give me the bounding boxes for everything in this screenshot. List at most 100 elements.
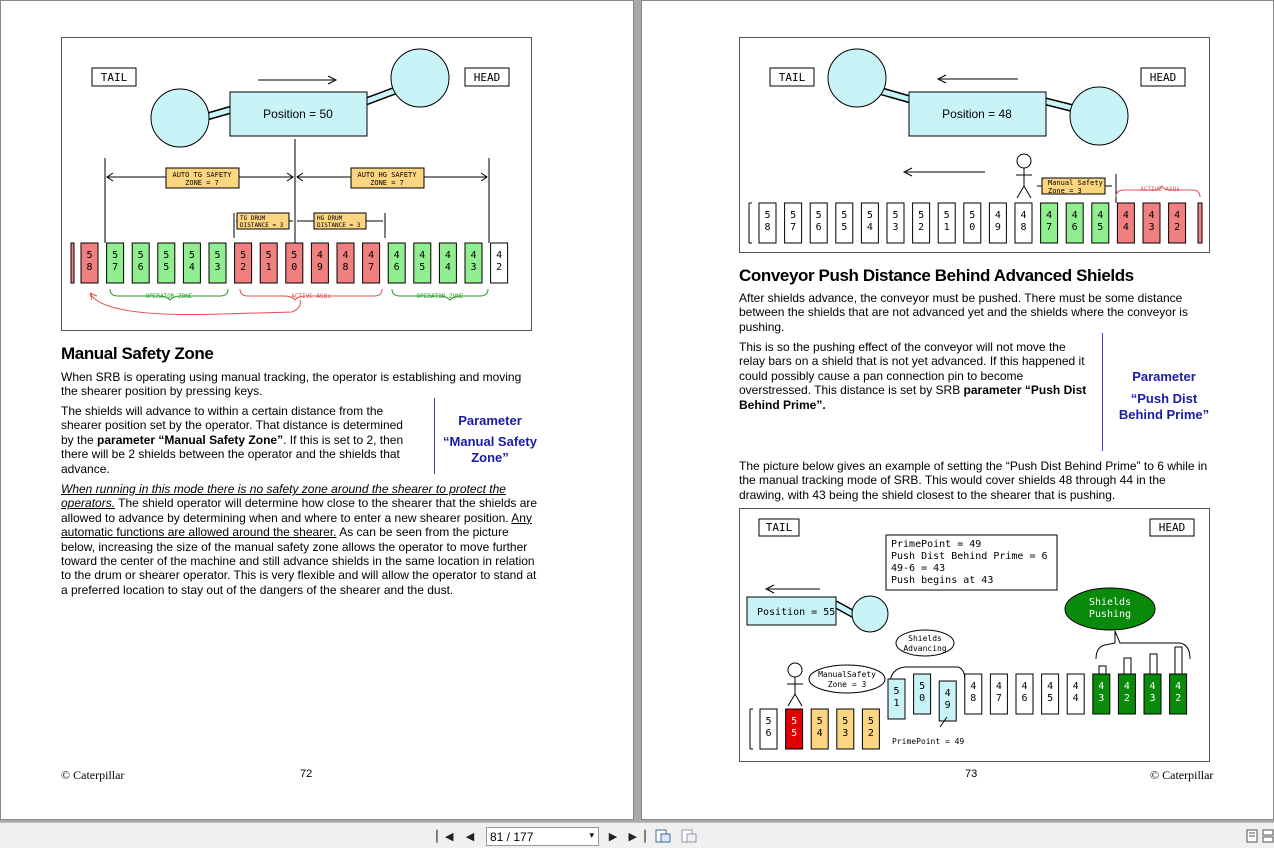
manual-safety-zone-diagram: TAIL HEAD Position = 50 AUTO TG SAFETY Z…	[70, 48, 510, 316]
shield-number-digit: 4	[996, 681, 1002, 692]
paragraph-2-param: parameter “Manual Safety Zone”	[97, 432, 284, 447]
page-72: TAIL HEAD Position = 50 AUTO TG SAFETY Z…	[0, 0, 634, 820]
shield-number-digit: 4	[1174, 210, 1180, 221]
shield-number-digit: 5	[419, 262, 425, 273]
shield-number-digit: 5	[919, 681, 925, 692]
shield-number-digit: 4	[817, 728, 823, 739]
shield-number-digit: 4	[1123, 210, 1129, 221]
page-number: 72	[300, 768, 313, 780]
shield-number-digit: 4	[1047, 681, 1053, 692]
shield-number-digit: 2	[1174, 222, 1180, 233]
shield-number-digit: 4	[1072, 210, 1078, 221]
shield-number-digit: 2	[1175, 693, 1181, 704]
auto-hg-label-1: AUTO HG SAFETY	[357, 171, 417, 179]
sidebar-rule	[434, 398, 435, 474]
shield-number-digit: 4	[1073, 681, 1079, 692]
paragraph-2: The shields will advance to within a cer…	[61, 404, 405, 476]
first-page-icon[interactable]: ▏◀	[436, 828, 454, 844]
shield-number-digit: 4	[1020, 210, 1026, 221]
shield-number-digit: 0	[969, 222, 975, 233]
footer-copyright: © Caterpillar	[61, 768, 125, 782]
conveyor-figure-bottom: TAIL HEAD PrimePoint = 49 Push Dist Behi…	[739, 508, 1210, 762]
info-line-2: Push Dist Behind Prime = 6	[891, 551, 1048, 562]
shield-number-digit: 2	[868, 728, 874, 739]
shield-number-digit: 5	[266, 250, 272, 261]
paragraph-3: The picture below gives an example of se…	[739, 459, 1208, 502]
shield-number-digit: 4	[1123, 222, 1129, 233]
shield-number-digit: 6	[816, 222, 822, 233]
fit-page-icon[interactable]	[654, 828, 672, 844]
manual-zone-label-1: ManualSafety	[818, 670, 876, 679]
tg-drum-label-1: TG DRUM	[240, 215, 266, 222]
next-page-icon[interactable]: ▶	[604, 828, 622, 844]
page-number: 73	[965, 768, 978, 780]
shield-number-digit: 5	[842, 716, 848, 727]
shield-number-digit: 4	[189, 262, 195, 273]
shield-number-digit: 4	[470, 250, 476, 261]
shield-number-digit: 5	[841, 222, 847, 233]
conveyor-diagram-top: TAIL HEAD Position = 48 Manual Safety Zo…	[748, 48, 1203, 244]
parameter-callout-label: Parameter	[1132, 369, 1196, 384]
last-page-icon[interactable]: ▶▕	[628, 828, 646, 844]
shield-number-digit: 9	[995, 222, 1001, 233]
shield-number-digit: 8	[342, 262, 348, 273]
hg-drum-label-1: HG DRUM	[317, 215, 343, 222]
active-asqs-label: ACTIVE ASQs	[1140, 186, 1180, 193]
shield-number-digit: 6	[138, 262, 144, 273]
parameter-callout-value: “Push Dist Behind Prime”	[1118, 391, 1210, 422]
shield-number-digit: 4	[317, 250, 323, 261]
shield-number-digit: 4	[445, 262, 451, 273]
shield-number-digit: 5	[86, 250, 92, 261]
footer-copyright: © Caterpillar	[1150, 768, 1214, 782]
viewer-toolbar: ▏◀ ◀ 81 / 177 ▾ ▶ ▶▕	[0, 822, 1274, 848]
shield-number-digit: 3	[842, 728, 848, 739]
shield-number-digit: 4	[1175, 681, 1181, 692]
shield-number-digit: 4	[970, 681, 976, 692]
shield-number-digit: 8	[86, 262, 92, 273]
shield-number-digit: 4	[1046, 210, 1052, 221]
prev-page-icon[interactable]: ◀	[461, 828, 479, 844]
shield-number-digit: 4	[1021, 681, 1027, 692]
shield-number-digit: 3	[1148, 222, 1154, 233]
shield-number-digit: 7	[368, 262, 374, 273]
fit-width-icon[interactable]	[680, 828, 698, 844]
shields-pushing-label-1: Shields	[1089, 597, 1131, 608]
conveyor-figure-top: TAIL HEAD Position = 48 Manual Safety Zo…	[739, 37, 1210, 253]
shield-number-digit: 5	[969, 210, 975, 221]
shield-number-digit: 4	[995, 210, 1001, 221]
paragraph-3: When running in this mode there is no sa…	[61, 482, 541, 597]
paragraph-2: This is so the pushing effect of the con…	[739, 340, 1094, 412]
active-asqs-label: ACTIVE ASQs	[291, 293, 331, 300]
page-number-select[interactable]: 81 / 177 ▾	[486, 827, 599, 846]
shield-number-digit: 6	[765, 728, 771, 739]
paragraph-1: After shields advance, the conveyor must…	[739, 291, 1188, 334]
prime-point-label: PrimePoint = 49	[892, 737, 964, 746]
continuous-icon[interactable]	[1259, 828, 1274, 844]
shield-number-digit: 5	[240, 250, 246, 261]
shield-number-digit: 3	[1098, 693, 1104, 704]
shields-advancing-label-2: Advancing	[903, 644, 947, 653]
shield-number-digit: 4	[342, 250, 348, 261]
shield-number-digit: 9	[945, 700, 951, 711]
page-73: TAIL HEAD Position = 48 Manual Safety Zo…	[641, 0, 1274, 820]
shield-number-digit: 5	[893, 686, 899, 697]
shield-number-digit: 4	[867, 222, 873, 233]
shield-number-digit: 5	[138, 250, 144, 261]
shield-number-digit: 4	[1073, 693, 1079, 704]
conveyor-diagram-bottom: TAIL HEAD PrimePoint = 49 Push Dist Behi…	[746, 518, 1195, 750]
shield-number-digit: 5	[918, 210, 924, 221]
manual-safety-zone-figure: TAIL HEAD Position = 50 AUTO TG SAFETY Z…	[61, 37, 532, 331]
shield-number-digit: 2	[496, 262, 502, 273]
auto-tg-label-2: ZONE = 7	[185, 179, 219, 187]
tg-drum-label-2: DISTANCE = 3	[240, 222, 284, 229]
document-viewport[interactable]: TAIL HEAD Position = 50 AUTO TG SAFETY Z…	[0, 0, 1274, 822]
shield-number-digit: 5	[817, 716, 823, 727]
shield-number-digit: 5	[944, 210, 950, 221]
tail-label: TAIL	[766, 521, 793, 534]
shield-number-digit: 5	[163, 262, 169, 273]
tail-label: TAIL	[779, 71, 806, 84]
shield-number-digit: 5	[1047, 693, 1053, 704]
auto-tg-label-1: AUTO TG SAFETY	[172, 171, 232, 179]
position-label: Position = 50	[263, 107, 333, 121]
shield-number-digit: 5	[868, 716, 874, 727]
